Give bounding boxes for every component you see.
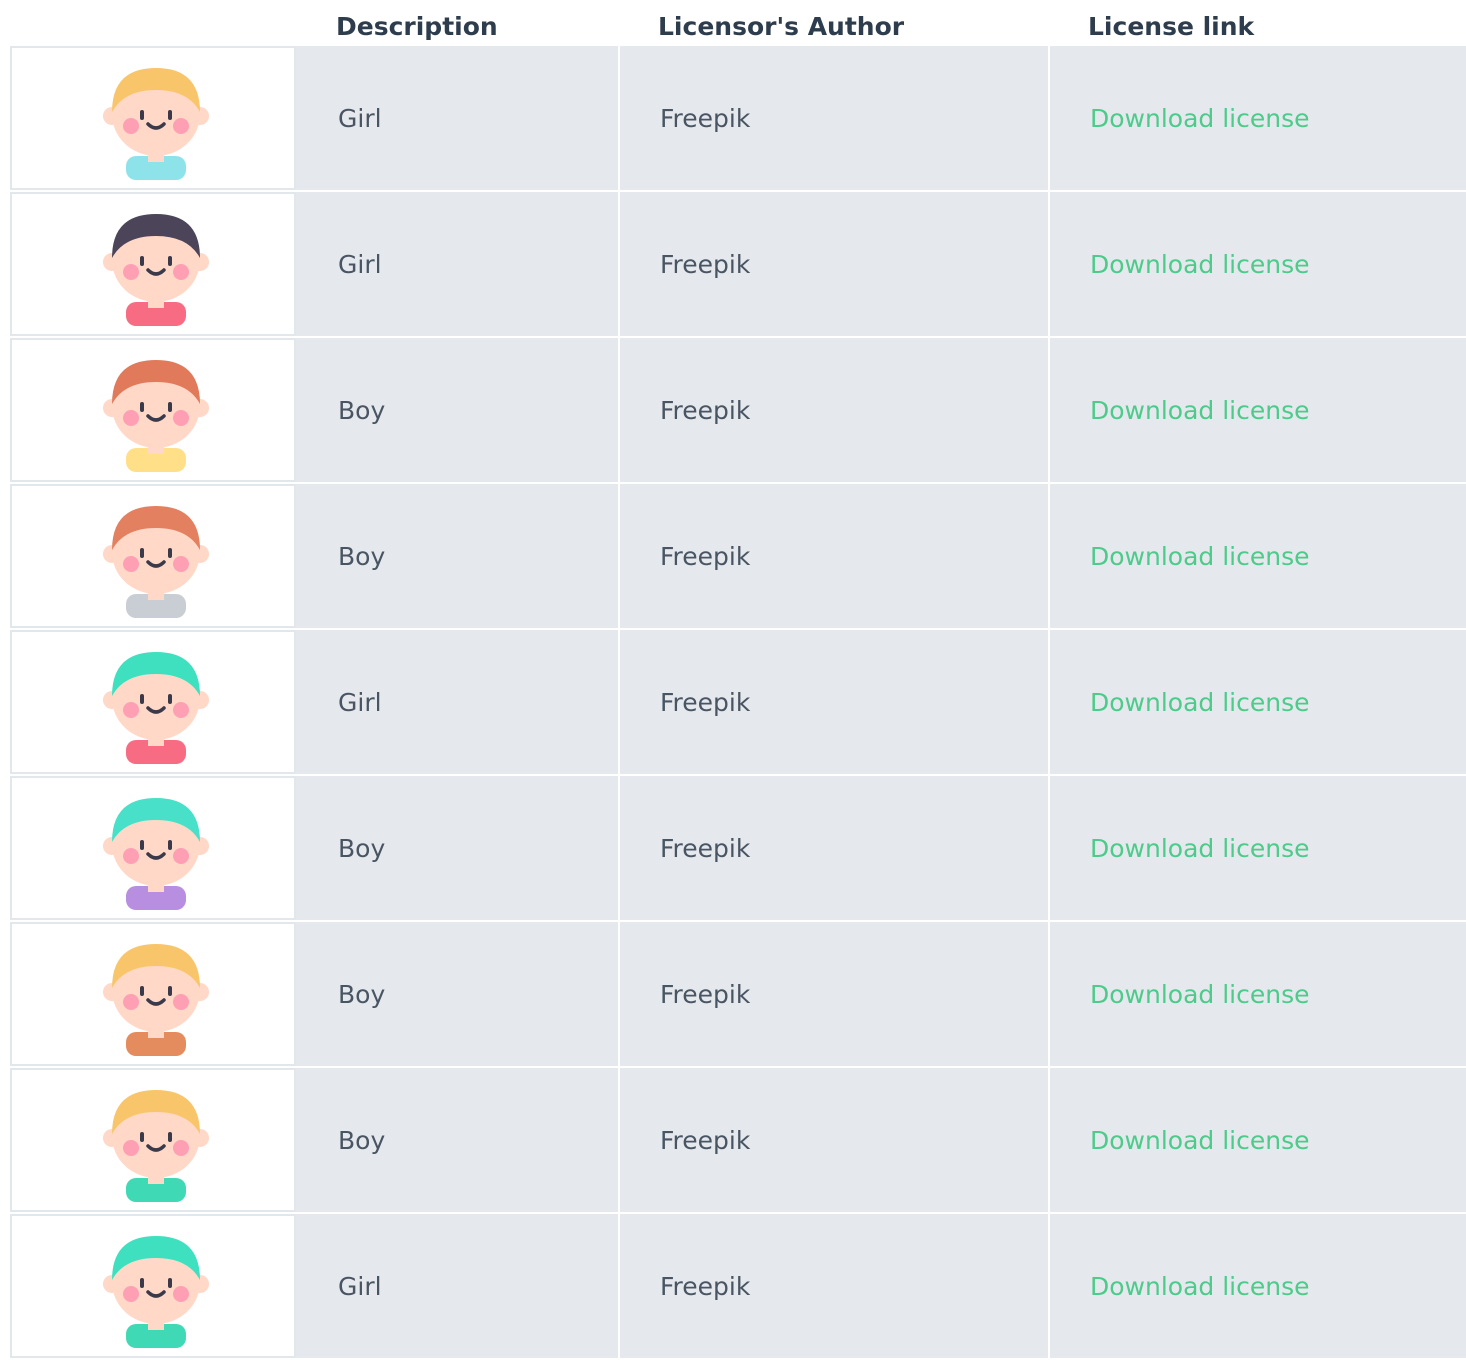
table-row: Boy Freepik Download license [10,484,1466,630]
download-license-link[interactable]: Download license [1090,688,1309,717]
sun-hat-boy-avatar-icon [103,1090,209,1202]
description-text: Boy [338,396,386,425]
author-cell: Freepik [620,1068,1048,1212]
header-licensor-author: Licensor's Author [658,12,905,41]
author-text: Freepik [660,250,751,279]
description-text: Boy [338,834,386,863]
description-cell: Boy [296,922,618,1066]
author-cell: Freepik [620,46,1048,190]
table-row: Boy Freepik Download license [10,776,1466,922]
author-cell: Freepik [620,338,1048,482]
author-cell: Freepik [620,1214,1048,1358]
description-cell: Girl [296,630,618,774]
license-link-cell: Download license [1050,192,1466,336]
table-row: Girl Freepik Download license [10,192,1466,338]
download-license-link[interactable]: Download license [1090,1126,1309,1155]
license-link-cell: Download license [1050,1214,1466,1358]
download-license-link[interactable]: Download license [1090,1272,1309,1301]
description-text: Boy [338,1126,386,1155]
glasses-bowtie-boy-avatar-icon [103,506,209,618]
download-license-link[interactable]: Download license [1090,396,1309,425]
avatar-cell [10,1068,296,1212]
description-cell: Girl [296,1214,618,1358]
description-text: Girl [338,250,382,279]
download-license-link[interactable]: Download license [1090,980,1309,1009]
download-license-link[interactable]: Download license [1090,834,1309,863]
teal-hair-boy-avatar-icon [103,798,209,910]
description-cell: Boy [296,1068,618,1212]
bear-hood-boy-avatar-icon [103,360,209,472]
description-text: Girl [338,1272,382,1301]
author-cell: Freepik [620,192,1048,336]
avatar-cell [10,922,296,1066]
description-text: Boy [338,980,386,1009]
header-license-link: License link [1088,12,1255,41]
glasses-girl-avatar-icon [103,214,209,326]
avatar-cell [10,192,296,336]
cap-boy-avatar-icon [103,944,209,1056]
download-license-link[interactable]: Download license [1090,250,1309,279]
avatar-cell [10,46,296,190]
author-text: Freepik [660,1272,751,1301]
author-text: Freepik [660,542,751,571]
header-description: Description [336,12,498,41]
blonde-girl-avatar-icon [103,68,209,180]
license-table: Girl Freepik Download license Girl Freep… [10,46,1466,1360]
license-link-cell: Download license [1050,1068,1466,1212]
license-link-cell: Download license [1050,922,1466,1066]
author-text: Freepik [660,834,751,863]
license-link-cell: Download license [1050,484,1466,628]
description-cell: Girl [296,192,618,336]
license-link-cell: Download license [1050,776,1466,920]
table-row: Girl Freepik Download license [10,630,1466,776]
avatar-cell [10,776,296,920]
description-text: Girl [338,104,382,133]
description-cell: Boy [296,338,618,482]
description-cell: Girl [296,46,618,190]
description-text: Boy [338,542,386,571]
description-text: Girl [338,688,382,717]
author-cell: Freepik [620,776,1048,920]
table-header: Description Licensor's Author License li… [0,0,1466,46]
avatar-cell [10,484,296,628]
license-link-cell: Download license [1050,338,1466,482]
download-license-link[interactable]: Download license [1090,542,1309,571]
author-text: Freepik [660,688,751,717]
avatar-cell [10,630,296,774]
avatar-cell [10,338,296,482]
table-row: Girl Freepik Download license [10,46,1466,192]
description-cell: Boy [296,776,618,920]
author-text: Freepik [660,1126,751,1155]
author-text: Freepik [660,396,751,425]
table-row: Girl Freepik Download license [10,1214,1466,1360]
author-cell: Freepik [620,630,1048,774]
author-text: Freepik [660,104,751,133]
author-text: Freepik [660,980,751,1009]
license-link-cell: Download license [1050,46,1466,190]
table-row: Boy Freepik Download license [10,922,1466,1068]
download-license-link[interactable]: Download license [1090,104,1309,133]
license-link-cell: Download license [1050,630,1466,774]
avatar-cell [10,1214,296,1358]
description-cell: Boy [296,484,618,628]
author-cell: Freepik [620,922,1048,1066]
author-cell: Freepik [620,484,1048,628]
teal-hair-girl-avatar-icon [103,652,209,764]
table-row: Boy Freepik Download license [10,338,1466,484]
two-tone-hair-girl-avatar-icon [103,1236,209,1348]
table-row: Boy Freepik Download license [10,1068,1466,1214]
